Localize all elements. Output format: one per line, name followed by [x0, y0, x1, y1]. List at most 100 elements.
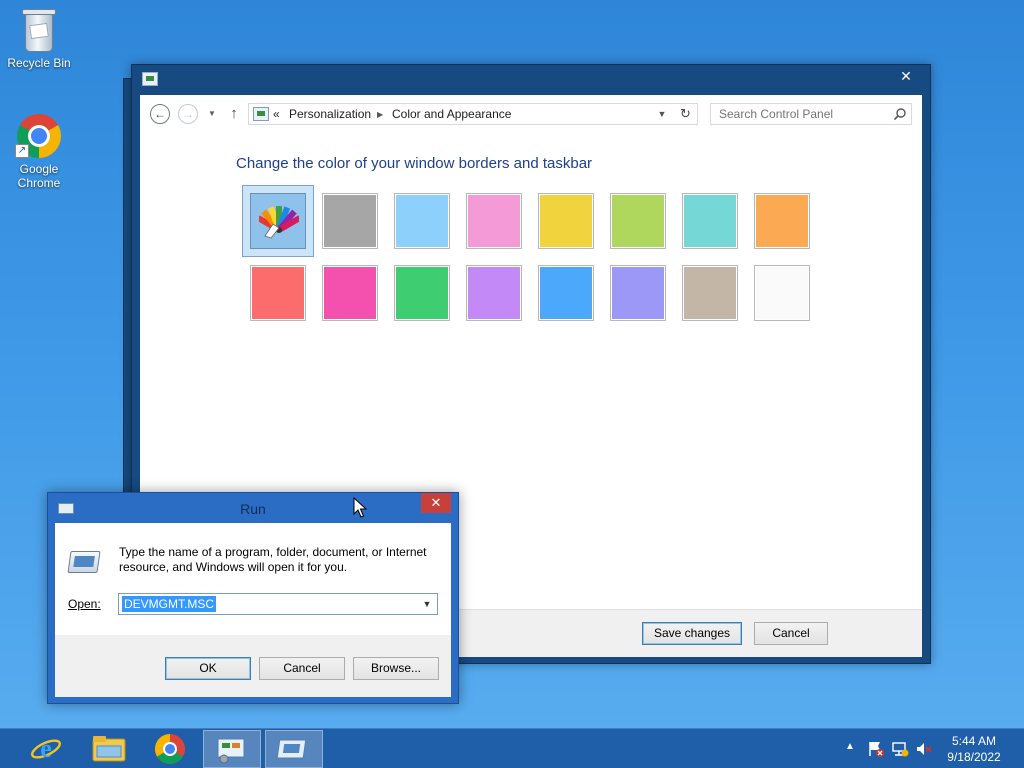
action-center-icon[interactable] — [867, 740, 885, 758]
color-swatch-14[interactable] — [610, 265, 666, 321]
run-program-icon — [67, 551, 101, 573]
swatch-fill — [540, 195, 592, 247]
show-hidden-icons-icon[interactable]: ▲ — [845, 741, 855, 752]
swatch-fill — [684, 267, 736, 319]
internet-explorer-icon: e — [30, 734, 62, 763]
taskbar-chrome[interactable] — [140, 730, 198, 768]
clock[interactable]: 5:44 AM 9/18/2022 — [934, 733, 1014, 765]
color-swatch-9[interactable] — [250, 265, 306, 321]
control-panel-icon — [253, 107, 269, 121]
color-swatch-15[interactable] — [682, 265, 738, 321]
back-button[interactable]: ← — [150, 104, 170, 124]
browse-button[interactable]: Browse... — [353, 657, 439, 680]
swatch-fill — [252, 267, 304, 319]
run-description: Type the name of a program, folder, docu… — [119, 545, 427, 574]
refresh-icon: ↻ — [680, 106, 691, 121]
open-label: Open: — [68, 597, 101, 611]
swatch-fill — [468, 267, 520, 319]
open-label-text: Open: — [68, 597, 101, 611]
search-icon[interactable] — [893, 107, 907, 121]
color-swatch-2[interactable] — [322, 193, 378, 249]
breadcrumb-overflow[interactable]: « — [273, 107, 280, 122]
search-input[interactable] — [711, 104, 889, 124]
chevron-right-icon[interactable]: ▶ — [377, 107, 383, 122]
arrow-left-icon: ← — [154, 107, 166, 121]
dialog-content: Type the name of a program, folder, docu… — [55, 523, 451, 697]
breadcrumb-color-and-appearance[interactable]: Color and Appearance — [392, 107, 511, 122]
cancel-button[interactable]: Cancel — [259, 657, 345, 680]
up-button[interactable]: ↑ — [226, 105, 242, 123]
control-panel-icon — [142, 72, 158, 86]
close-button[interactable]: ✕ — [421, 493, 451, 513]
refresh-button[interactable]: ↻ — [674, 103, 698, 125]
swatch-fill — [756, 267, 808, 319]
swatch-fill — [684, 195, 736, 247]
desktop-icon-label: Recycle Bin — [7, 56, 71, 70]
color-swatch-4[interactable] — [466, 193, 522, 249]
page-heading: Change the color of your window borders … — [236, 155, 593, 172]
mouse-cursor-icon — [353, 497, 367, 518]
chevron-down-icon: ▼ — [657, 109, 667, 119]
chrome-icon — [154, 734, 185, 765]
taskbar-internet-explorer[interactable]: e — [16, 730, 74, 768]
open-combobox[interactable]: DEVMGMT.MSC ▼ — [118, 593, 438, 615]
color-swatch-8[interactable] — [754, 193, 810, 249]
chevron-down-icon: ▼ — [422, 599, 432, 609]
run-dialog: Run ✕ Type the name of a program, folder… — [47, 492, 459, 704]
forward-button[interactable]: → — [178, 104, 198, 124]
swatch-fill — [612, 195, 664, 247]
control-panel-icon — [217, 738, 245, 764]
dialog-titlebar[interactable]: Run ✕ — [48, 493, 458, 523]
clock-date: 9/18/2022 — [947, 750, 1001, 764]
color-swatch-12[interactable] — [466, 265, 522, 321]
desktop-icon-recycle-bin[interactable]: Recycle Bin — [1, 6, 77, 70]
color-swatch-13[interactable] — [538, 265, 594, 321]
breadcrumb-personalization[interactable]: Personalization — [289, 107, 371, 122]
taskbar-control-panel[interactable] — [203, 730, 261, 768]
color-swatch-11[interactable] — [394, 265, 450, 321]
swatch-fill — [396, 267, 448, 319]
system-tray: ▲ — [843, 729, 938, 768]
desktop-icon-label: Google Chrome — [17, 162, 61, 190]
swatch-fill — [468, 195, 520, 247]
taskbar-file-explorer[interactable] — [80, 730, 138, 768]
address-dropdown-button[interactable]: ▼ — [653, 104, 671, 124]
ok-button[interactable]: OK — [165, 657, 251, 680]
swatch-fill — [324, 267, 376, 319]
network-icon[interactable] — [891, 740, 909, 758]
swatch-fill — [540, 267, 592, 319]
recycle-bin-icon — [15, 6, 63, 54]
volume-muted-icon[interactable] — [915, 740, 933, 758]
swatch-fill — [756, 195, 808, 247]
color-swatch-16[interactable] — [754, 265, 810, 321]
swatch-fill — [324, 195, 376, 247]
desktop-icon-google-chrome[interactable]: ↗ Google Chrome — [1, 112, 77, 190]
run-icon — [276, 739, 307, 759]
taskbar-run[interactable] — [265, 730, 323, 768]
save-changes-button[interactable]: Save changes — [642, 622, 742, 645]
color-swatch-7[interactable] — [682, 193, 738, 249]
dialog-title: Run — [240, 501, 266, 517]
clock-time: 5:44 AM — [951, 734, 997, 748]
address-bar[interactable]: « Personalization ▶ Color and Appearance… — [248, 103, 698, 125]
search-box[interactable] — [710, 103, 912, 125]
navigation-bar: ← → ▼ ↑ « Personalization ▶ Color and Ap… — [140, 95, 922, 133]
shortcut-arrow-icon: ↗ — [15, 144, 29, 158]
chevron-down-icon: ▼ — [208, 109, 216, 118]
taskbar: e ▲ 5:44 AM 9/18/2022 — [0, 728, 1024, 768]
color-swatch-6[interactable] — [610, 193, 666, 249]
combobox-dropdown-button[interactable]: ▼ — [419, 594, 435, 614]
chrome-icon: ↗ — [15, 112, 63, 160]
close-button[interactable]: ✕ — [884, 65, 928, 87]
open-input-value[interactable]: DEVMGMT.MSC — [122, 596, 216, 612]
cancel-button[interactable]: Cancel — [754, 622, 828, 645]
arrow-right-icon: → — [182, 107, 194, 121]
recent-locations-button[interactable]: ▼ — [206, 108, 218, 120]
arrow-up-icon: ↑ — [230, 105, 238, 122]
color-swatch-5[interactable] — [538, 193, 594, 249]
color-swatch-3[interactable] — [394, 193, 450, 249]
color-swatch-1[interactable] — [242, 185, 314, 257]
swatch-fill — [396, 195, 448, 247]
window-titlebar[interactable]: ✕ — [132, 65, 930, 95]
color-swatch-10[interactable] — [322, 265, 378, 321]
